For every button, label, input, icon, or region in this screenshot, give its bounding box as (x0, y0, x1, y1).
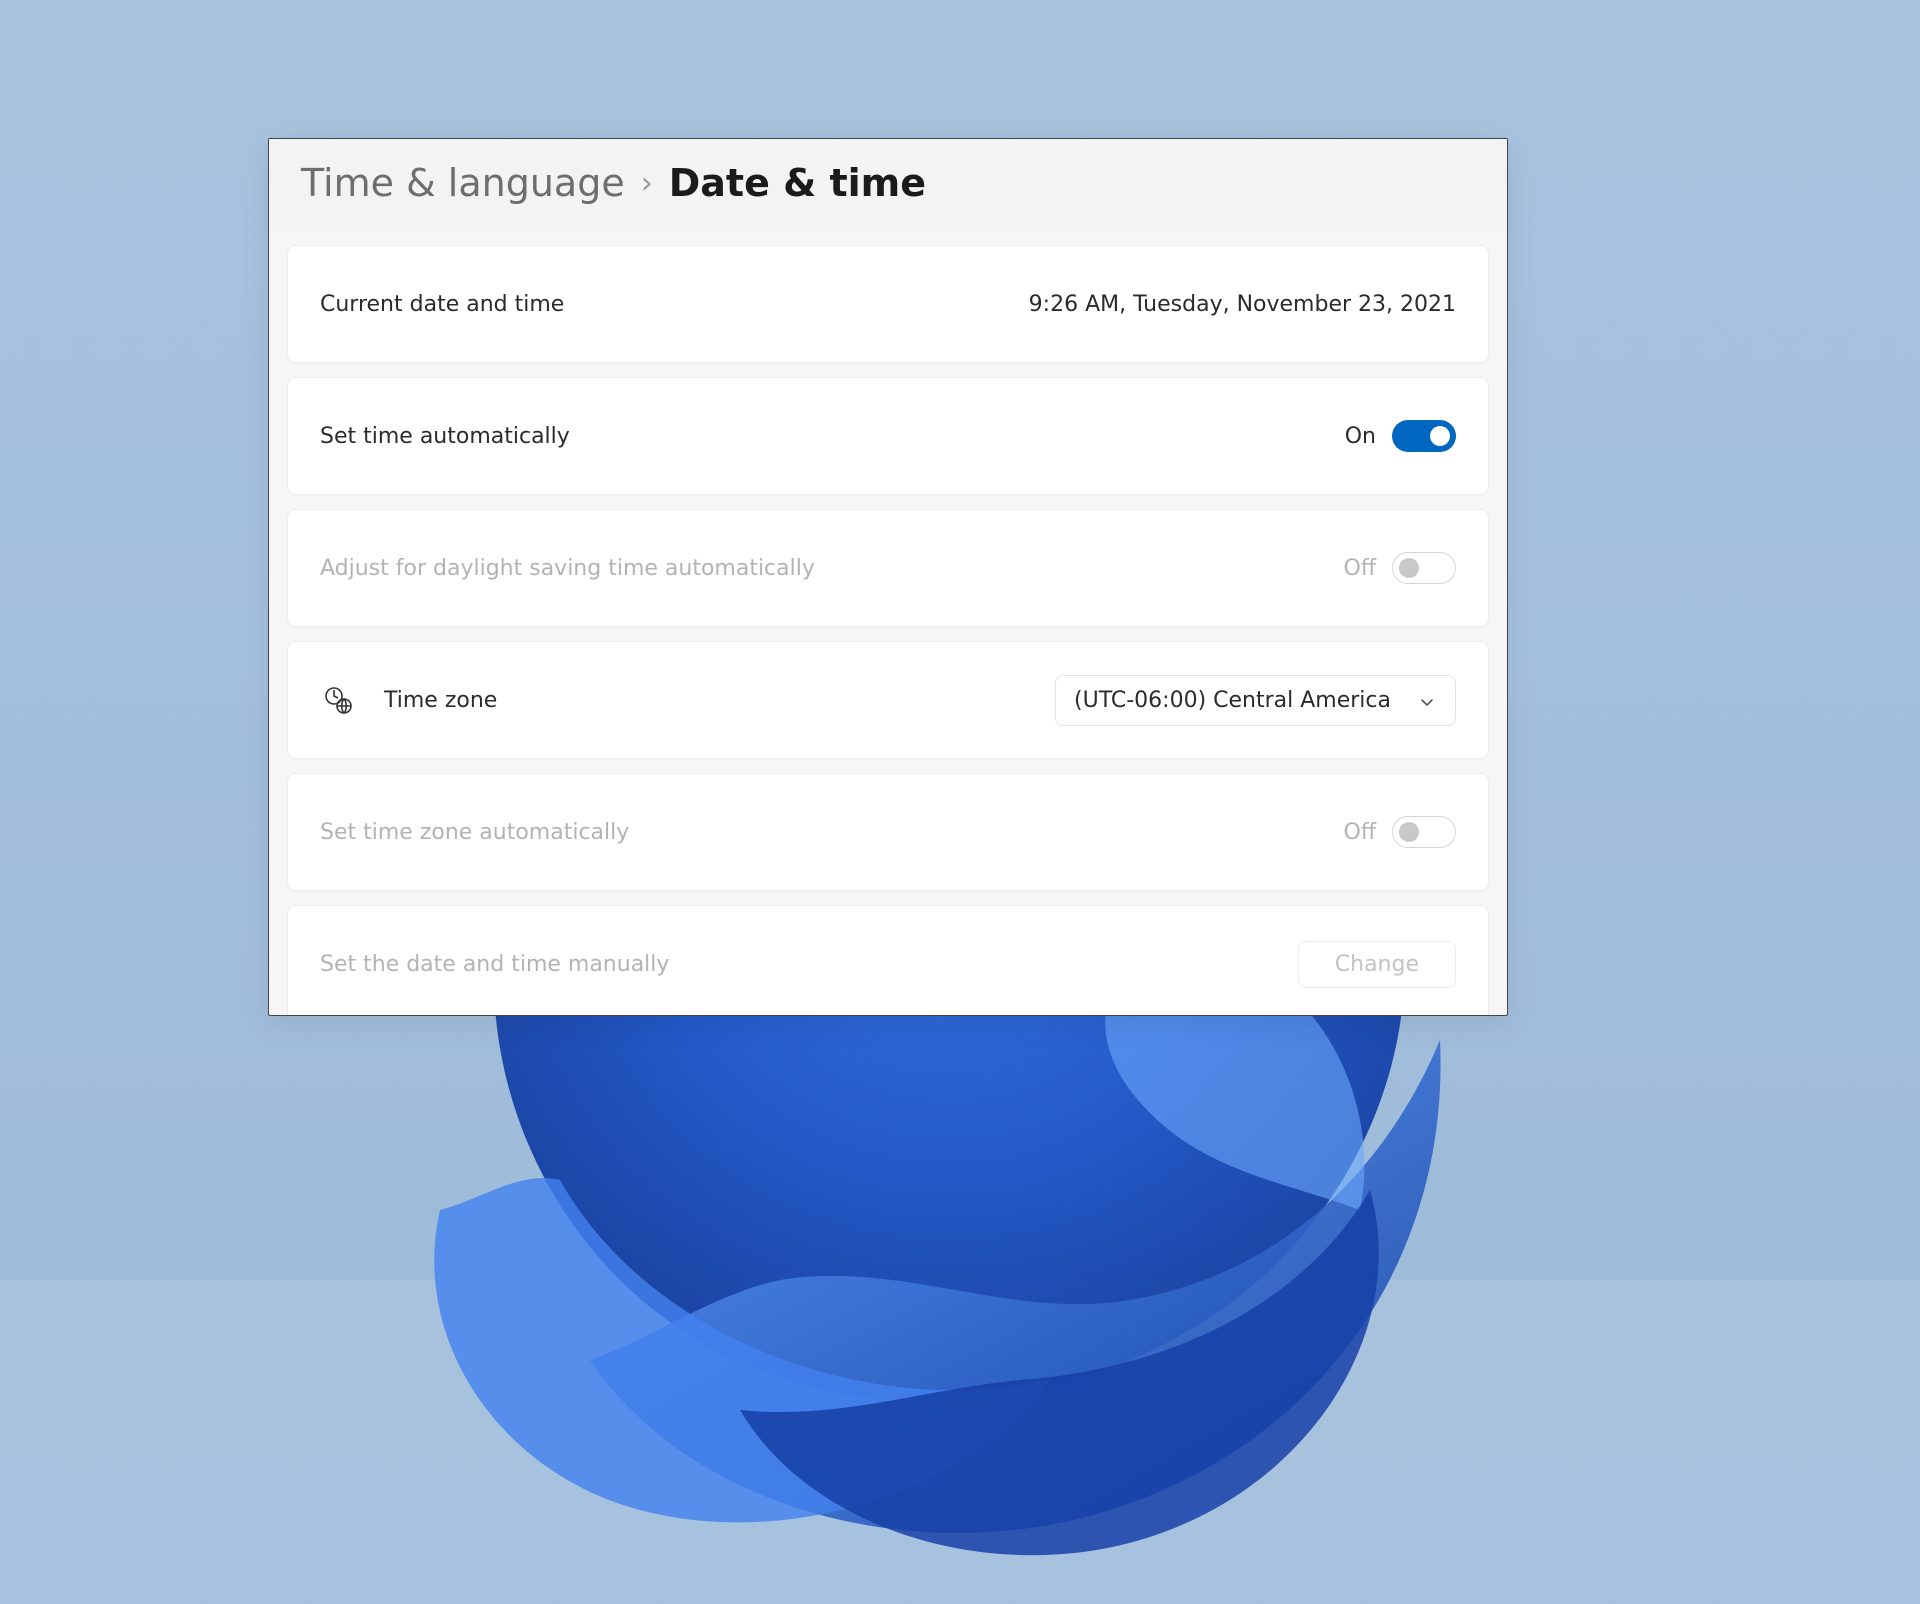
timezone-dropdown[interactable]: (UTC-06:00) Central America (1055, 675, 1456, 726)
row-label: Set the date and time manually (320, 952, 669, 977)
row-current-datetime: Current date and time 9:26 AM, Tuesday, … (287, 245, 1489, 363)
toggle-state-label: On (1345, 424, 1376, 449)
toggle-state-label: Off (1344, 820, 1376, 845)
toggle-dst-auto[interactable] (1392, 552, 1456, 584)
row-timezone: Time zone (UTC-06:00) Central America (287, 641, 1489, 759)
row-label: Adjust for daylight saving time automati… (320, 556, 815, 581)
row-dst-auto: Adjust for daylight saving time automati… (287, 509, 1489, 627)
page-title: Date & time (669, 161, 926, 205)
chevron-down-icon (1419, 691, 1437, 709)
row-set-tz-auto: Set time zone automatically Off (287, 773, 1489, 891)
row-set-time-auto: Set time automatically On (287, 377, 1489, 495)
clock-globe-icon (320, 682, 356, 718)
row-label: Current date and time (320, 292, 564, 317)
change-button[interactable]: Change (1298, 941, 1456, 988)
chevron-right-icon: › (641, 166, 653, 201)
breadcrumb-parent[interactable]: Time & language (301, 161, 625, 205)
timezone-selected: (UTC-06:00) Central America (1074, 688, 1391, 713)
row-label: Time zone (384, 688, 497, 713)
row-set-manually: Set the date and time manually Change (287, 905, 1489, 1016)
current-datetime-value: 9:26 AM, Tuesday, November 23, 2021 (1029, 292, 1456, 317)
settings-window: Time & language › Date & time Current da… (268, 138, 1508, 1016)
breadcrumb: Time & language › Date & time (269, 139, 1507, 231)
toggle-set-time-auto[interactable] (1392, 420, 1456, 452)
row-label: Set time automatically (320, 424, 570, 449)
settings-list: Current date and time 9:26 AM, Tuesday, … (269, 245, 1507, 1016)
toggle-state-label: Off (1344, 556, 1376, 581)
row-label: Set time zone automatically (320, 820, 629, 845)
toggle-set-tz-auto[interactable] (1392, 816, 1456, 848)
